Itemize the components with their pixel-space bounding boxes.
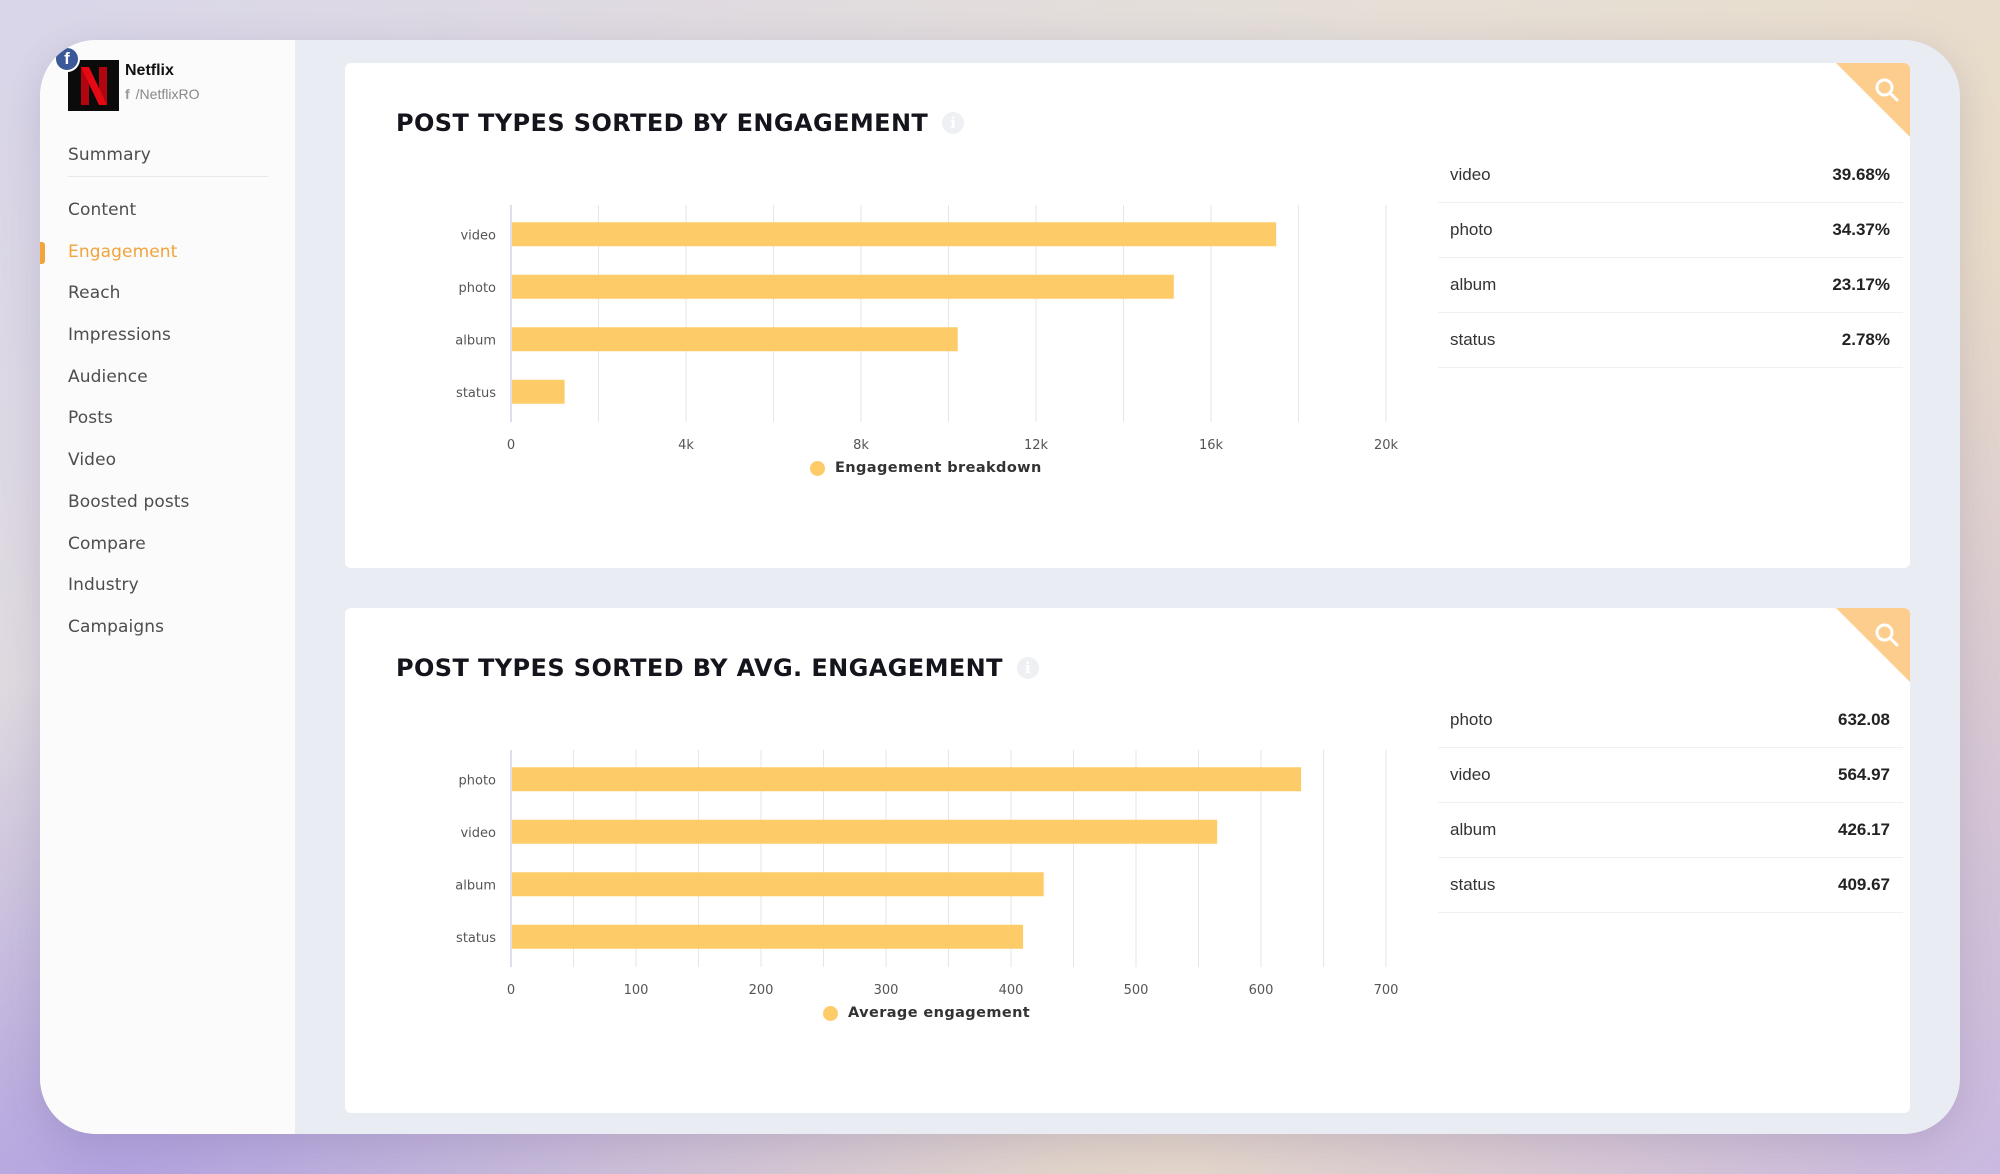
- sidebar-item-reach[interactable]: Reach: [68, 273, 268, 315]
- legend-label: Average engagement: [848, 1005, 1031, 1021]
- table-row: status 2.78%: [1438, 313, 1903, 368]
- table-row: photo 632.08: [1438, 693, 1903, 748]
- sidebar-nav: Summary Content Engagement Reach Impress…: [40, 135, 268, 649]
- search-icon: [1875, 78, 1899, 102]
- row-value: 632.08: [1838, 710, 1890, 729]
- x-tick-label: 600: [1249, 983, 1274, 998]
- category-label: video: [460, 228, 496, 243]
- bar-album: [512, 327, 958, 352]
- table-row: video 39.68%: [1438, 148, 1903, 203]
- row-label: album: [1450, 820, 1497, 839]
- x-tick-label: 0: [507, 438, 515, 453]
- category-label: status: [456, 386, 496, 401]
- chart-legend[interactable]: Average engagement: [823, 1005, 1030, 1021]
- row-label: status: [1450, 330, 1496, 349]
- zoom-corner-button[interactable]: [1836, 608, 1910, 682]
- row-label: album: [1450, 275, 1497, 294]
- bar-status: [512, 379, 565, 404]
- x-tick-label: 12k: [1024, 438, 1049, 453]
- table-row: album 426.17: [1438, 803, 1903, 858]
- category-label: album: [455, 333, 496, 348]
- search-icon: [1875, 623, 1899, 647]
- x-tick-label: 500: [1124, 983, 1149, 998]
- chart-legend[interactable]: Engagement breakdown: [810, 460, 1042, 476]
- category-label: status: [456, 931, 496, 946]
- x-tick-label: 0: [507, 983, 515, 998]
- sidebar-item-campaigns[interactable]: Campaigns: [68, 607, 268, 649]
- bar-photo: [512, 767, 1302, 792]
- x-tick-label: 8k: [853, 438, 869, 453]
- engagement-bar-chart: 0 4k 8k 12k 16k 20k video photo album status: [455, 205, 1399, 453]
- sidebar-item-engagement[interactable]: Engagement: [40, 232, 268, 274]
- bar-status: [512, 924, 1024, 949]
- row-label: photo: [1450, 220, 1493, 239]
- category-label: photo: [459, 773, 497, 788]
- avg-engagement-table: photo 632.08 video 564.97 album 426.17 stat…: [1438, 693, 1903, 913]
- app-window: f Netflix f /NetflixRO Summary Content E…: [40, 40, 1960, 1134]
- facebook-badge-icon: f: [54, 46, 80, 72]
- row-value: 564.97: [1838, 765, 1890, 784]
- profile-header[interactable]: f Netflix f /NetflixRO: [54, 46, 288, 130]
- row-label: photo: [1450, 710, 1493, 729]
- x-tick-label: 20k: [1374, 438, 1399, 453]
- sidebar-item-summary[interactable]: Summary: [68, 135, 268, 177]
- x-tick-label: 400: [999, 983, 1024, 998]
- row-value: 39.68%: [1832, 165, 1890, 184]
- x-tick-label: 100: [624, 983, 649, 998]
- legend-label: Engagement breakdown: [835, 460, 1042, 476]
- legend-dot: [810, 460, 825, 476]
- bar-video: [512, 222, 1277, 247]
- bar-video: [512, 819, 1218, 844]
- table-row: album 23.17%: [1438, 258, 1903, 313]
- sidebar-item-compare[interactable]: Compare: [68, 524, 268, 566]
- sidebar-item-impressions[interactable]: Impressions: [68, 315, 268, 357]
- row-value: 2.78%: [1841, 330, 1890, 349]
- profile-handle-text: /NetflixRO: [135, 86, 200, 102]
- sidebar-item-posts[interactable]: Posts: [68, 398, 268, 440]
- legend-dot: [823, 1005, 838, 1021]
- engagement-card: POST TYPES SORTED BY ENGAGEMENT i 0 4k 8k 1…: [345, 63, 1910, 568]
- row-value: 34.37%: [1832, 220, 1890, 239]
- sidebar-item-boosted-posts[interactable]: Boosted posts: [68, 482, 268, 524]
- category-label: album: [455, 878, 496, 893]
- facebook-icon: f: [125, 86, 130, 102]
- profile-name: Netflix: [125, 62, 174, 79]
- table-row: video 564.97: [1438, 748, 1903, 803]
- bar-photo: [512, 274, 1174, 299]
- row-label: video: [1450, 165, 1491, 184]
- sidebar-item-audience[interactable]: Audience: [68, 357, 268, 399]
- engagement-share-table: video 39.68% photo 34.37% album 23.17% stat…: [1438, 148, 1903, 368]
- row-label: status: [1450, 875, 1496, 894]
- netflix-n-icon: [80, 66, 107, 105]
- row-value: 23.17%: [1832, 275, 1890, 294]
- x-tick-label: 300: [874, 983, 899, 998]
- zoom-corner-button[interactable]: [1836, 63, 1910, 137]
- sidebar-item-content[interactable]: Content: [68, 190, 268, 232]
- row-value: 426.17: [1838, 820, 1890, 839]
- sidebar-item-video[interactable]: Video: [68, 440, 268, 482]
- x-tick-label: 16k: [1199, 438, 1224, 453]
- sidebar-item-industry[interactable]: Industry: [68, 565, 268, 607]
- row-label: video: [1450, 765, 1491, 784]
- row-value: 409.67: [1838, 875, 1890, 894]
- table-row: status 409.67: [1438, 858, 1903, 913]
- avg-engagement-card: POST TYPES SORTED BY AVG. ENGAGEMENT i 0…: [345, 608, 1910, 1113]
- category-label: photo: [459, 281, 497, 296]
- x-tick-label: 700: [1374, 983, 1399, 998]
- profile-handle[interactable]: f /NetflixRO: [125, 86, 199, 102]
- bar-album: [512, 872, 1044, 897]
- x-tick-label: 4k: [678, 438, 694, 453]
- category-label: video: [460, 826, 496, 841]
- x-tick-label: 200: [749, 983, 774, 998]
- sidebar: f Netflix f /NetflixRO Summary Content E…: [40, 40, 295, 1134]
- table-row: photo 34.37%: [1438, 203, 1903, 258]
- avg-engagement-bar-chart: 0 100 200 300 400 500 600 700 photo video album sta…: [455, 750, 1399, 998]
